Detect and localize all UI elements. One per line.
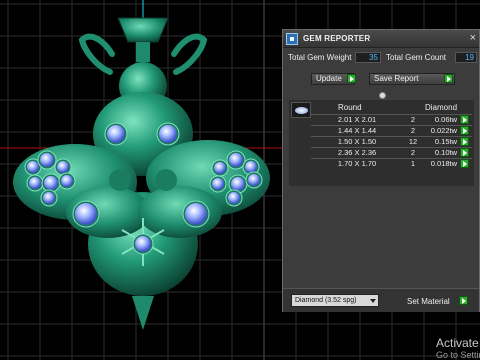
panel-titlebar[interactable]: GEM REPORTER × [283, 30, 479, 48]
select-gem-go-icon[interactable] [460, 115, 469, 124]
round-diamond-gem[interactable] [229, 153, 243, 167]
gem-weight: 0.018tw [430, 159, 457, 168]
set-material-label: Set Material [407, 297, 450, 306]
round-diamond-gem[interactable] [212, 178, 224, 190]
gem-size: 2.36 X 2.36 [337, 148, 377, 157]
total-weight-value: 35 [355, 52, 381, 63]
chevron-down-icon [370, 299, 376, 303]
round-diamond-gem[interactable] [245, 161, 257, 173]
round-diamond-gem[interactable] [57, 161, 69, 173]
update-label: Update [316, 74, 342, 83]
select-gem-go-icon[interactable] [460, 126, 469, 135]
close-icon[interactable]: × [470, 33, 476, 44]
table-row: 1.70 X 1.70 1 0.018tw [311, 158, 472, 168]
table-row: 2.01 X 2.01 2 0.06tw [311, 114, 472, 124]
round-diamond-gem[interactable] [27, 161, 39, 173]
select-gem-go-icon[interactable] [460, 137, 469, 146]
gem-report-table: Round Diamond 2.01 X 2.01 2 0.06tw 1.44 … [289, 100, 474, 186]
total-count-label: Total Gem Count [386, 53, 447, 62]
gem-count: 2 [410, 148, 416, 157]
activate-watermark: Activate [436, 336, 479, 350]
gem-weight: 0.022tw [430, 126, 457, 135]
material-bar: Diamond (3.52 spg) Set Material [283, 288, 479, 312]
gem-count: 1 [410, 159, 416, 168]
select-gem-go-icon[interactable] [460, 148, 469, 157]
update-go-icon[interactable] [347, 74, 356, 83]
gem-weight: 0.15tw [434, 137, 457, 146]
gem-size: 2.01 X 2.01 [337, 115, 377, 124]
round-diamond-gem[interactable] [44, 176, 58, 190]
collapse-toggle-icon[interactable] [379, 92, 386, 99]
round-diamond-gem[interactable] [228, 192, 240, 204]
save-report-label: Save Report [374, 74, 419, 83]
gem-count: 12 [408, 137, 418, 146]
material-header: Diamond [425, 103, 458, 112]
set-material-go-icon[interactable] [459, 296, 468, 305]
round-diamond-gem[interactable] [75, 203, 97, 225]
table-row: 1.50 X 1.50 12 0.15tw [311, 136, 472, 146]
gem-count: 2 [410, 126, 416, 135]
gem-size: 1.70 X 1.70 [337, 159, 377, 168]
gem-weight: 0.06tw [434, 115, 457, 124]
gem-reporter-icon [286, 33, 298, 45]
save-report-go-icon[interactable] [444, 74, 453, 83]
material-select[interactable]: Diamond (3.52 spg) [291, 294, 379, 307]
gem-size: 1.44 X 1.44 [337, 126, 377, 135]
round-diamond-gem[interactable] [214, 162, 226, 174]
gem-size: 1.50 X 1.50 [337, 137, 377, 146]
round-diamond-gem[interactable] [231, 177, 245, 191]
round-diamond-gem[interactable] [107, 125, 125, 143]
round-diamond-gem[interactable] [248, 174, 260, 186]
round-diamond-gem[interactable] [135, 236, 151, 252]
total-weight-label: Total Gem Weight [288, 53, 352, 62]
material-select-value: Diamond (3.52 spg) [295, 297, 357, 304]
round-diamond-gem[interactable] [40, 153, 54, 167]
round-diamond-gem[interactable] [43, 192, 55, 204]
round-diamond-gem[interactable] [61, 175, 73, 187]
table-row: 1.44 X 1.44 2 0.022tw [311, 125, 472, 135]
gem-weight: 0.10tw [434, 148, 457, 157]
round-diamond-icon [291, 102, 311, 118]
gem-count: 2 [410, 115, 416, 124]
round-diamond-gem[interactable] [185, 203, 207, 225]
total-count-value: 19 [455, 52, 477, 63]
round-diamond-gem[interactable] [29, 177, 41, 189]
gem-reporter-panel: GEM REPORTER × Total Gem Weight 35 Total… [282, 29, 480, 312]
panel-title: GEM REPORTER [303, 34, 371, 43]
round-diamond-gem[interactable] [159, 125, 177, 143]
shape-header: Round [338, 103, 362, 112]
save-report-button[interactable]: Save Report [369, 73, 455, 85]
select-gem-go-icon[interactable] [460, 159, 469, 168]
table-row: 2.36 X 2.36 2 0.10tw [311, 147, 472, 157]
activate-watermark-sub: Go to Settings [436, 350, 480, 360]
